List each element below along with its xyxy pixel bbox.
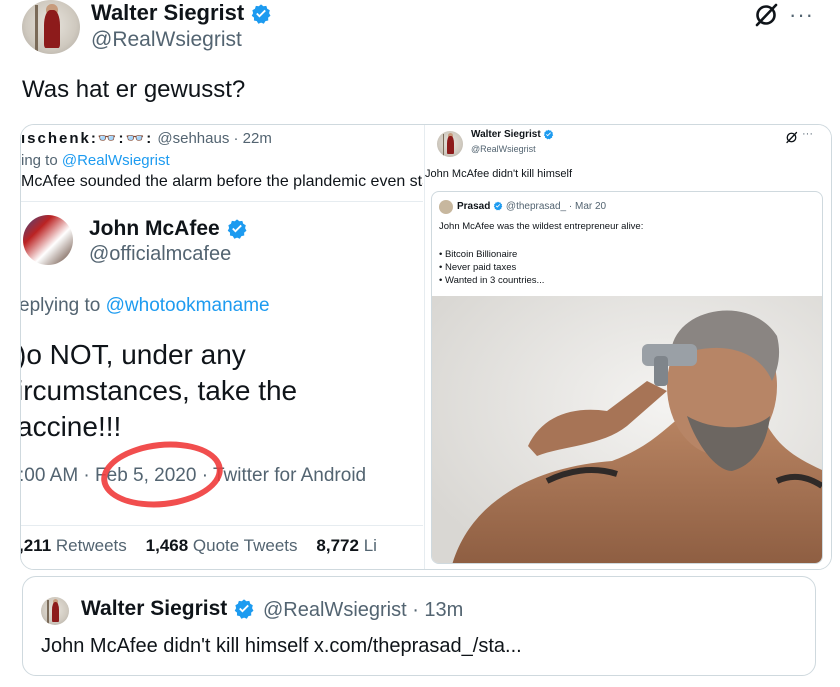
- author-name: Walter Siegrist: [471, 129, 554, 140]
- screenshot-text: John McAfee didn't kill himself: [425, 168, 572, 180]
- left-screenshot-image[interactable]: ıschenk:👓:👓: @sehhaus · 22m ing to @Real…: [21, 125, 423, 569]
- verified-badge-icon: [234, 599, 254, 620]
- verified-badge-icon: [252, 4, 271, 24]
- author-name: Walter Siegrist: [81, 597, 255, 621]
- tweet-text: Was hat er gewusst?: [22, 76, 246, 103]
- author-avatar: [437, 131, 463, 157]
- mcafee-avatar: [23, 215, 73, 265]
- quoted-tweet-list: • Bitcoin Billionaire • Never paid taxes…: [439, 248, 544, 287]
- author-handle: @RealWsiegrist · 13m: [263, 599, 464, 621]
- grok-icon: [786, 131, 798, 144]
- quoted-post-text: John McAfee didn't kill himself x.com/th…: [41, 635, 522, 657]
- divider: [21, 201, 423, 202]
- verified-badge-icon: [544, 129, 554, 140]
- more-options-icon[interactable]: ···: [789, 2, 814, 28]
- mcafee-tweet-text: )o NOT, under any ircumstances, take the…: [21, 339, 298, 442]
- author-avatar: [41, 597, 69, 625]
- red-circle-annotation: [97, 435, 227, 514]
- right-screenshot-image[interactable]: Walter Siegrist @RealWsiegrist ··· John …: [424, 125, 831, 569]
- screenshot-reply-line: ing to @RealWsiegrist: [21, 152, 170, 169]
- mcafee-handle: @officialmcafee: [89, 243, 232, 265]
- author-avatar[interactable]: [22, 0, 80, 54]
- verified-badge-icon: [493, 201, 503, 211]
- portrait-illustration: [432, 296, 822, 563]
- list-item: • Never paid taxes: [439, 262, 517, 273]
- screenshot-header: ıschenk:👓:👓: @sehhaus · 22m: [21, 130, 272, 147]
- list-item: • Wanted in 3 countries...: [439, 275, 545, 286]
- screenshot-text: McAfee sounded the alarm before the plan…: [21, 173, 423, 190]
- grok-icon[interactable]: [753, 2, 779, 28]
- quoted-tweet-text: John McAfee was the wildest entrepreneur…: [439, 221, 644, 232]
- mcafee-name: John McAfee: [89, 217, 248, 241]
- author-handle: @RealWsiegrist: [471, 144, 536, 154]
- portrait-photo: [432, 296, 822, 563]
- list-item: • Bitcoin Billionaire: [439, 249, 518, 260]
- prasad-avatar: [439, 200, 453, 214]
- quoted-tweet-header: Prasad @theprasad_ · Mar 20: [457, 201, 607, 212]
- author-name[interactable]: Walter Siegrist: [91, 0, 272, 26]
- more-options-icon: ···: [802, 128, 813, 140]
- quoted-tweet: Prasad @theprasad_ · Mar 20 John McAfee …: [431, 191, 823, 564]
- verified-badge-icon: [227, 219, 246, 240]
- mcafee-reply-line: eplying to @whotookmaname: [21, 295, 270, 316]
- mcafee-stats: ,211 Retweets 1,468 Quote Tweets 8,772 L…: [21, 536, 377, 555]
- author-handle[interactable]: @RealWsiegrist: [91, 28, 242, 52]
- tweet-media[interactable]: ıschenk:👓:👓: @sehhaus · 22m ing to @Real…: [20, 124, 832, 570]
- divider: [21, 525, 423, 526]
- quoted-post-card[interactable]: Walter Siegrist @RealWsiegrist · 13m Joh…: [22, 576, 816, 676]
